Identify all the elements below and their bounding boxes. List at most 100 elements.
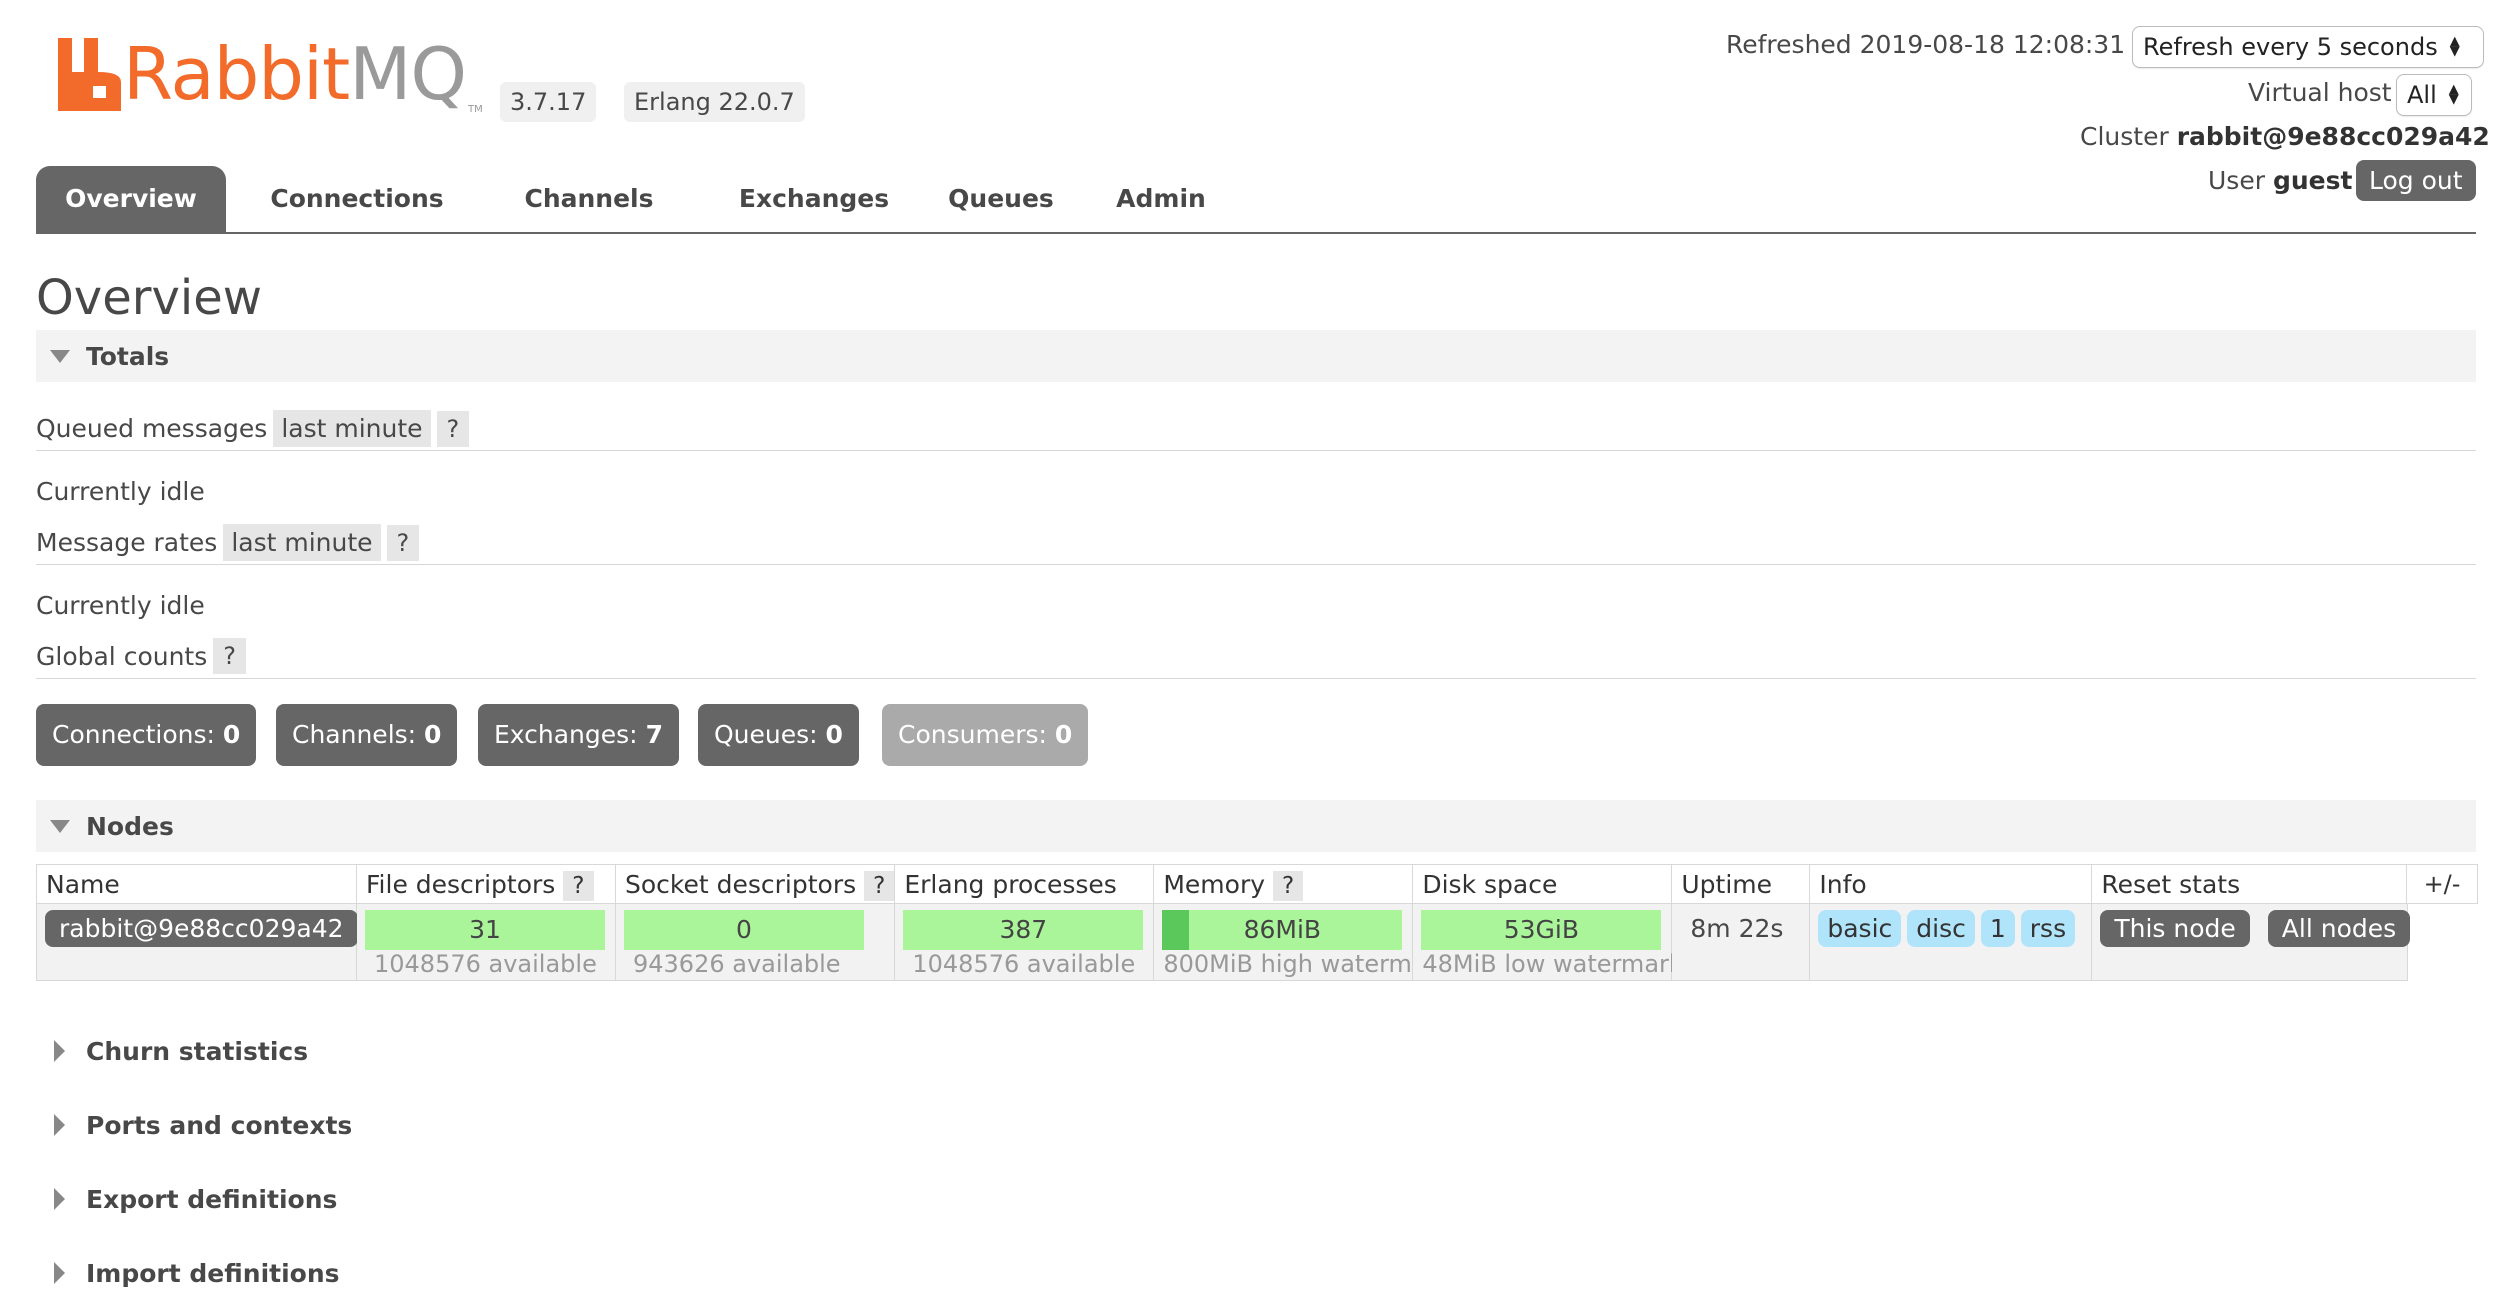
info-tag-basic: basic bbox=[1818, 910, 1902, 947]
global-counts-row: Global counts ? bbox=[36, 638, 247, 674]
queued-help-button[interactable]: ? bbox=[436, 410, 470, 447]
nodes-section-header[interactable]: Nodes bbox=[36, 800, 2476, 852]
queues-count-value: 0 bbox=[825, 720, 843, 749]
version-badge: 3.7.17 bbox=[500, 82, 597, 122]
import-definitions-heading: Import definitions bbox=[86, 1259, 340, 1288]
nodes-heading: Nodes bbox=[86, 812, 174, 841]
memory-bar-fill bbox=[1162, 910, 1189, 950]
refreshed-timestamp: Refreshed 2019-08-18 12:08:31 bbox=[1726, 30, 2126, 59]
erlang-processes-used: 387 bbox=[999, 915, 1048, 944]
memory-bar: 86MiB bbox=[1162, 910, 1403, 950]
col-disk-space: Disk space bbox=[1412, 864, 1673, 904]
reset-all-nodes-button[interactable]: All nodes bbox=[2267, 910, 2411, 947]
col-file-descriptors-label: File descriptors bbox=[366, 869, 556, 899]
info-tag-rss: rss bbox=[2020, 910, 2076, 947]
col-uptime: Uptime bbox=[1671, 864, 1811, 904]
memory-watermark: 800MiB high watermark bbox=[1163, 950, 1451, 978]
col-memory-label: Memory bbox=[1163, 869, 1266, 899]
reset-stats-buttons: This node All nodes bbox=[2100, 910, 2411, 947]
main-nav: Overview Connections Channels Exchanges … bbox=[36, 166, 2476, 234]
col-reset-stats: Reset stats bbox=[2091, 864, 2409, 904]
file-descriptors-help-button[interactable]: ? bbox=[563, 870, 594, 901]
totals-section-header[interactable]: Totals bbox=[36, 330, 2476, 382]
totals-heading: Totals bbox=[86, 342, 170, 371]
global-counts-help-button[interactable]: ? bbox=[213, 638, 247, 674]
reset-this-node-button[interactable]: This node bbox=[2100, 910, 2250, 947]
disk-watermark: 48MiB low watermark bbox=[1422, 950, 1683, 978]
queued-range-selector[interactable]: last minute bbox=[273, 410, 431, 447]
rabbit-logo-icon bbox=[58, 38, 121, 111]
memory-help-button[interactable]: ? bbox=[1273, 870, 1304, 901]
cell-erlang-processes: 387 1048576 available bbox=[894, 903, 1155, 981]
cell-uptime: 8m 22s bbox=[1671, 903, 1811, 981]
file-descriptors-available: 1048576 available bbox=[374, 950, 597, 978]
col-socket-descriptors: Socket descriptors? bbox=[614, 864, 896, 904]
global-counts-label: Global counts bbox=[36, 641, 208, 671]
info-tag-count: 1 bbox=[1980, 910, 2015, 947]
collapsed-triangle-icon bbox=[54, 1262, 65, 1284]
churn-statistics-heading: Churn statistics bbox=[86, 1037, 309, 1066]
erlang-version-badge: Erlang 22.0.7 bbox=[624, 82, 805, 122]
ports-and-contexts-heading: Ports and contexts bbox=[86, 1111, 353, 1140]
divider bbox=[36, 678, 2476, 679]
consumers-count-value: 0 bbox=[1054, 720, 1073, 749]
connections-count-label: Connections: bbox=[52, 720, 215, 749]
select-arrows-icon: ▲ ▼ bbox=[2448, 82, 2459, 107]
cell-disk-space: 53GiB 48MiB low watermark bbox=[1412, 903, 1683, 981]
cell-memory: 86MiB 800MiB high watermark bbox=[1153, 903, 1450, 981]
nodes-table: Name File descriptors? Socket descriptor… bbox=[36, 864, 2411, 981]
cluster-info: Cluster rabbit@9e88cc029a42 bbox=[2080, 122, 2490, 151]
virtual-host-label: Virtual host bbox=[2248, 78, 2392, 107]
nodes-table-header-row: Name File descriptors? Socket descriptor… bbox=[36, 864, 2409, 904]
table-row: rabbit@9e88cc029a42 31 1048576 available… bbox=[36, 903, 2411, 981]
erlang-processes-bar: 387 bbox=[903, 910, 1144, 950]
uptime-value: 8m 22s bbox=[1690, 914, 1784, 943]
node-name-link[interactable]: rabbit@9e88cc029a42 bbox=[45, 910, 358, 947]
erlang-processes-available: 1048576 available bbox=[912, 950, 1136, 978]
tab-exchanges[interactable]: Exchanges bbox=[704, 166, 924, 232]
rates-help-button[interactable]: ? bbox=[386, 524, 420, 561]
info-tag-disc: disc bbox=[1907, 910, 1975, 947]
column-toggle-button[interactable]: +/- bbox=[2406, 864, 2478, 904]
virtual-host-value: All bbox=[2407, 81, 2437, 109]
message-rates-label: Message rates bbox=[36, 528, 218, 557]
cluster-name: rabbit@9e88cc029a42 bbox=[2176, 122, 2490, 151]
exchanges-count-label: Exchanges: bbox=[494, 720, 638, 749]
consumers-count-button[interactable]: Consumers: 0 bbox=[882, 704, 1089, 766]
socket-descriptors-help-button[interactable]: ? bbox=[864, 870, 895, 901]
tab-overview[interactable]: Overview bbox=[36, 166, 226, 232]
queues-count-button[interactable]: Queues: 0 bbox=[698, 704, 859, 766]
expanded-triangle-icon bbox=[50, 350, 70, 363]
disk-space-free: 53GiB bbox=[1503, 915, 1579, 944]
virtual-host-select[interactable]: All ▲ ▼ bbox=[2396, 74, 2472, 116]
connections-count-button[interactable]: Connections: 0 bbox=[36, 704, 257, 766]
refresh-interval-select[interactable]: Refresh every 5 seconds ▲ ▼ bbox=[2132, 26, 2484, 68]
col-name: Name bbox=[36, 864, 357, 904]
collapsed-triangle-icon bbox=[54, 1188, 65, 1210]
tab-connections[interactable]: Connections bbox=[252, 166, 462, 232]
cell-node-name: rabbit@9e88cc029a42 bbox=[36, 903, 358, 981]
export-definitions-heading: Export definitions bbox=[86, 1185, 338, 1214]
col-memory: Memory? bbox=[1153, 864, 1414, 904]
connections-count-value: 0 bbox=[222, 720, 241, 749]
consumers-count-label: Consumers: bbox=[898, 720, 1047, 749]
disk-space-bar: 53GiB bbox=[1421, 910, 1662, 950]
cell-socket-descriptors: 0 943626 available bbox=[614, 903, 896, 981]
channels-count-button[interactable]: Channels: 0 bbox=[276, 704, 458, 766]
tab-channels[interactable]: Channels bbox=[498, 166, 680, 232]
tab-admin[interactable]: Admin bbox=[1086, 166, 1236, 232]
refresh-interval-value: Refresh every 5 seconds bbox=[2143, 33, 2438, 61]
collapsed-triangle-icon bbox=[54, 1114, 65, 1136]
rates-range-selector[interactable]: last minute bbox=[223, 524, 381, 561]
logo-trademark: TM bbox=[468, 104, 483, 115]
rates-state: Currently idle bbox=[36, 591, 205, 620]
cell-reset-stats: This node All nodes bbox=[2091, 903, 2411, 981]
queued-messages-label: Queued messages bbox=[36, 414, 268, 443]
tab-queues[interactable]: Queues bbox=[916, 166, 1086, 232]
exchanges-count-button[interactable]: Exchanges: 7 bbox=[478, 704, 679, 766]
socket-descriptors-available: 943626 available bbox=[633, 950, 841, 978]
queued-messages-row: Queued messages last minute ? bbox=[36, 410, 470, 447]
divider bbox=[36, 450, 2476, 451]
rabbitmq-logo: RabbitMQ TM bbox=[58, 38, 483, 115]
collapsed-triangle-icon bbox=[54, 1040, 65, 1062]
